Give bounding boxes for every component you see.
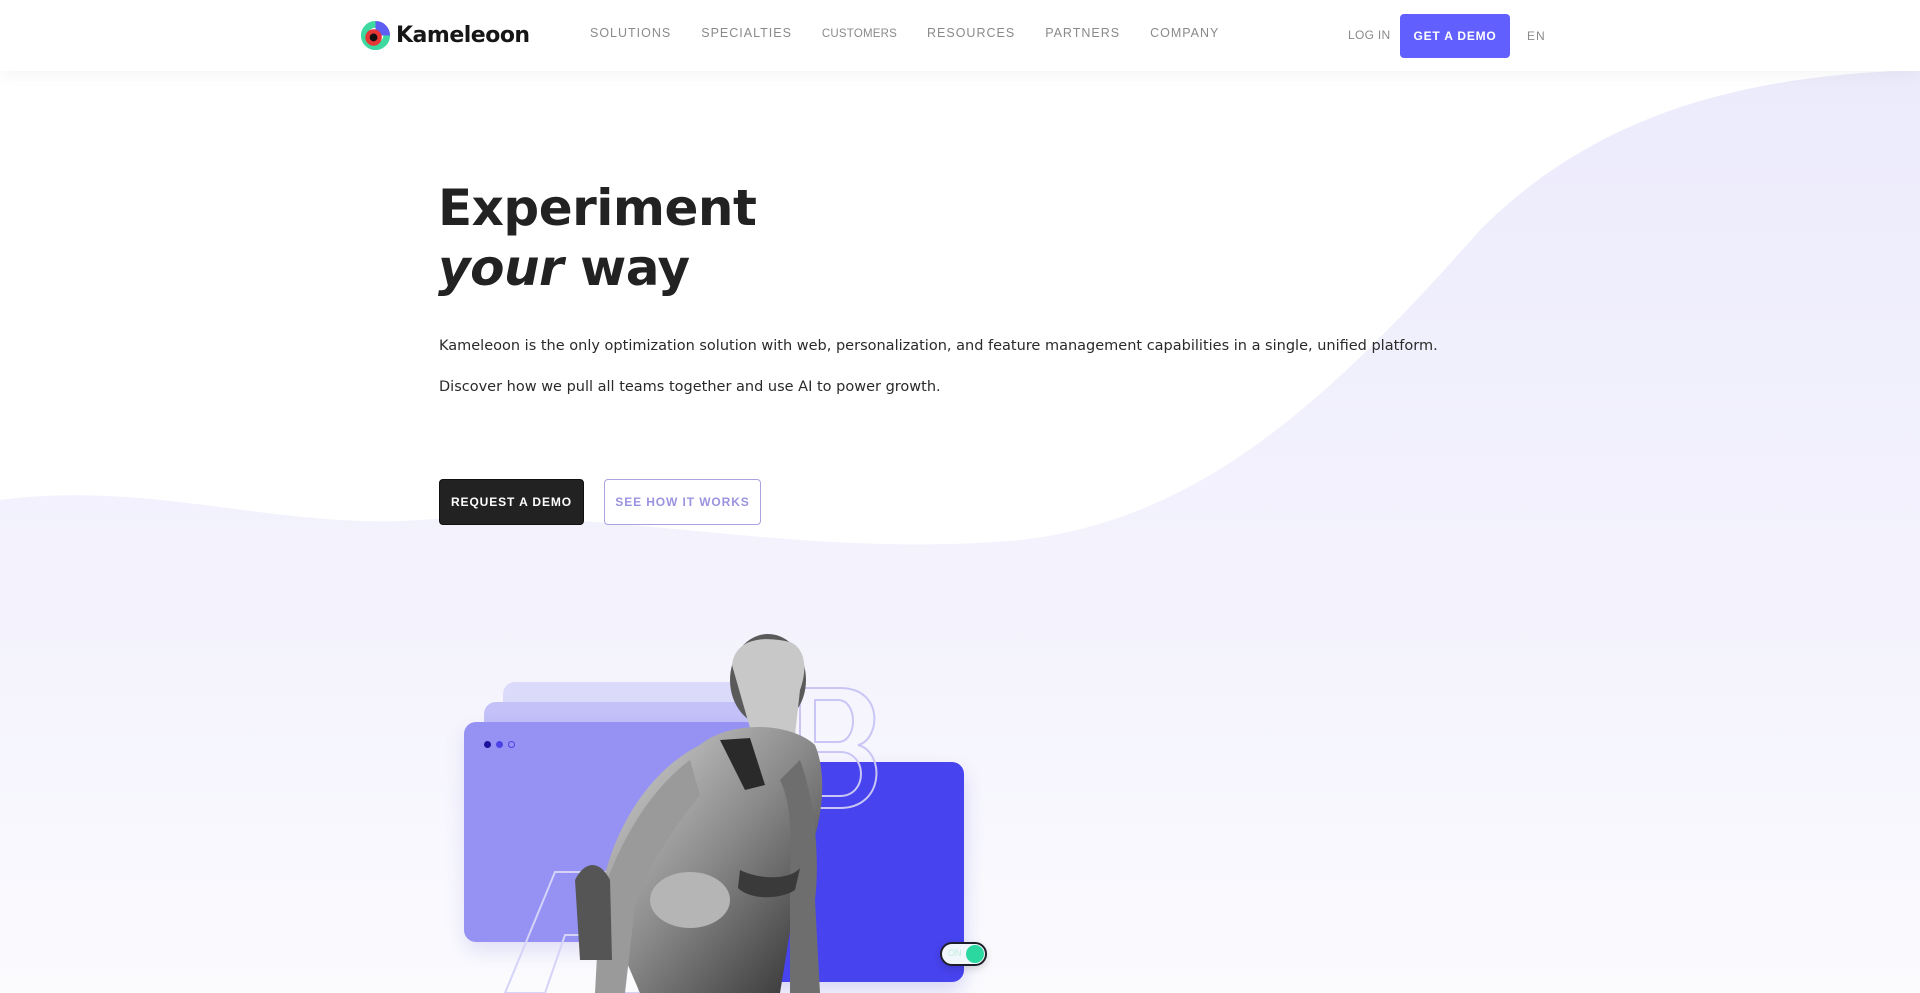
hero-title-line2: your way <box>438 238 756 298</box>
hero-subdescription: Discover how we pull all teams together … <box>439 379 941 395</box>
hero-title: Experiment your way <box>438 178 757 298</box>
toggle-label: ON <box>948 948 962 958</box>
kameleoon-logo-icon <box>360 20 391 50</box>
feature-toggle-switch[interactable]: ON <box>940 942 987 966</box>
login-link[interactable]: LOG IN <box>1348 28 1390 42</box>
brand-logo[interactable]: Kameleoon <box>359 17 530 53</box>
hero-title-line1: Experiment <box>438 179 757 237</box>
nav-resources[interactable]: RESOURCES <box>927 26 1015 40</box>
hero-title-emphasis: your <box>438 239 564 297</box>
get-demo-button[interactable]: GET A DEMO <box>1400 14 1510 58</box>
hero-title-rest: way <box>563 239 690 297</box>
nav-specialties[interactable]: SPECIALTIES <box>701 26 792 40</box>
site-header: Kameleoon SOLUTIONS SPECIALTIES CUSTOMER… <box>0 0 1920 71</box>
nav-partners[interactable]: PARTNERS <box>1045 26 1120 40</box>
request-demo-button[interactable]: REQUEST A DEMO <box>439 479 584 525</box>
language-selector[interactable]: EN <box>1527 29 1546 43</box>
background-wave <box>0 70 1920 993</box>
nav-solutions[interactable]: SOLUTIONS <box>590 26 671 40</box>
nav-customers[interactable]: CUSTOMERS <box>822 28 897 40</box>
see-how-it-works-button[interactable]: SEE HOW IT WORKS <box>604 479 761 525</box>
hero-description: Kameleoon is the only optimization solut… <box>439 338 1438 354</box>
brand-name: Kameleoon <box>396 22 530 48</box>
nav-company[interactable]: COMPANY <box>1150 26 1219 40</box>
main-nav: SOLUTIONS SPECIALTIES CUSTOMERS RESOURCE… <box>590 26 1249 40</box>
toggle-knob <box>966 945 984 963</box>
